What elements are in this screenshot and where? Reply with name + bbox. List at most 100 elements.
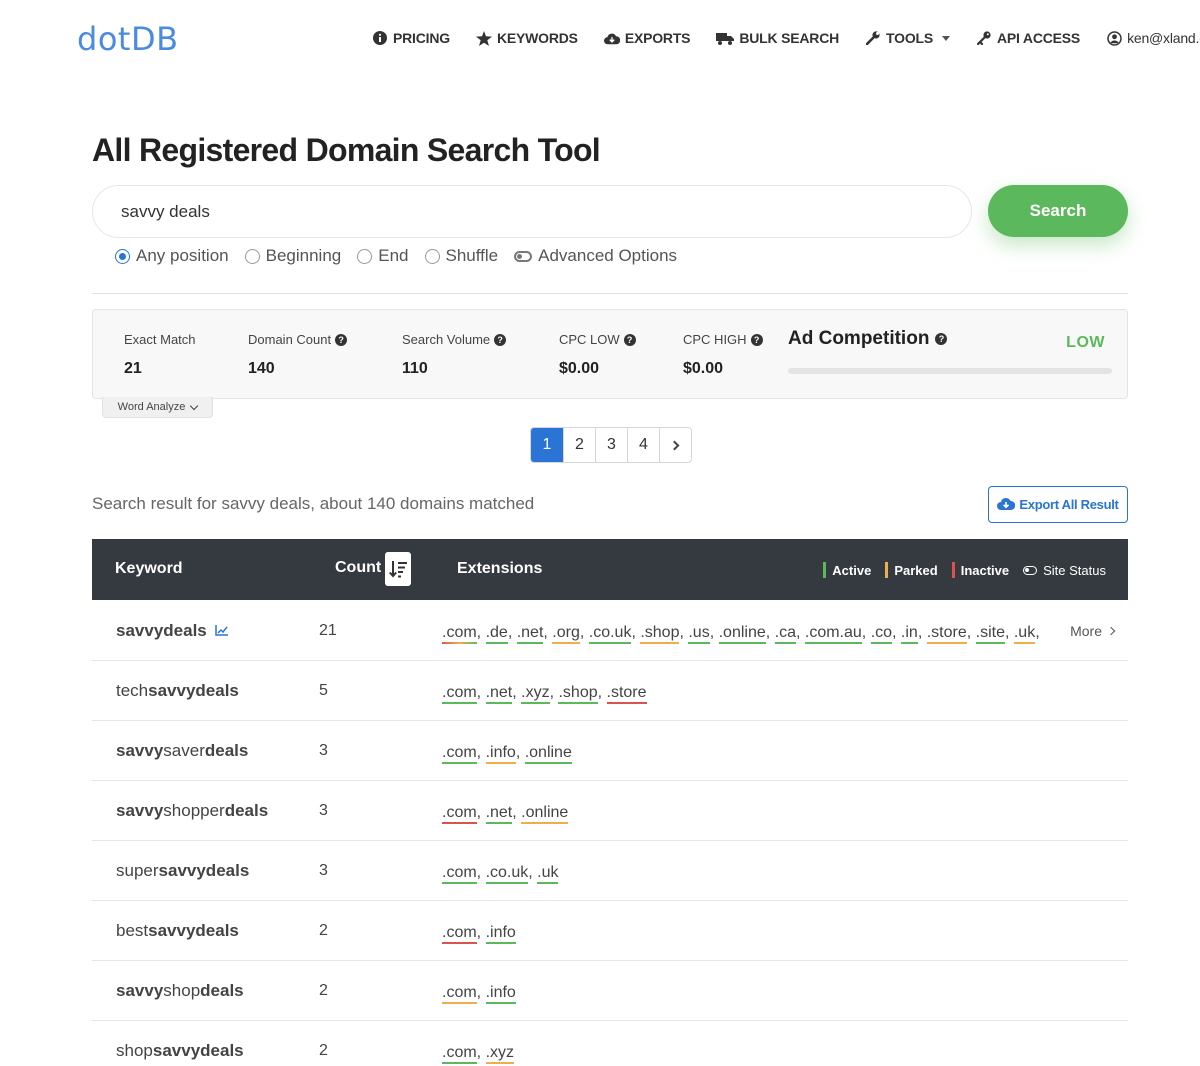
nav-pricing-label: PRICING xyxy=(393,30,450,46)
export-all-button[interactable]: Export All Result xyxy=(988,486,1128,523)
keyword-text: techsavvydeals xyxy=(116,681,239,701)
nav-pricing[interactable]: PRICING xyxy=(372,30,450,46)
keyword-cell[interactable]: savvysaverdeals xyxy=(116,741,248,761)
extension-link[interactable]: .net xyxy=(516,624,544,644)
nav-exports[interactable]: EXPORTS xyxy=(603,30,691,46)
separator: , xyxy=(476,1044,486,1061)
question-circle-icon[interactable]: ? xyxy=(935,333,948,345)
stat-cpc-low: CPC LOW? $0.00 xyxy=(559,332,636,378)
keyword-cell[interactable]: savvyshopperdeals xyxy=(116,801,268,821)
keyword-part: deals xyxy=(224,801,269,820)
more-label: More xyxy=(1070,623,1102,639)
extension-link[interactable]: .com xyxy=(442,744,477,764)
extension-link[interactable]: .us xyxy=(688,624,710,644)
header-count[interactable]: Count xyxy=(335,559,381,577)
extension-link[interactable]: .uk xyxy=(1013,624,1036,644)
option-label: Any position xyxy=(136,246,229,265)
logo[interactable]: dotDB xyxy=(77,20,179,58)
extension-link[interactable]: .co xyxy=(870,624,893,644)
nav-tools-dropdown[interactable]: TOOLS xyxy=(865,30,950,46)
keyword-cell[interactable]: savvydeals xyxy=(116,621,228,641)
legend-swatch xyxy=(951,562,955,578)
extension-link[interactable]: .de xyxy=(485,624,508,644)
site-status-toggle[interactable]: Site Status xyxy=(1023,563,1106,578)
keyword-part: super xyxy=(116,861,159,880)
search-input[interactable] xyxy=(92,185,972,238)
page-2[interactable]: 2 xyxy=(563,428,595,462)
option-end[interactable]: End xyxy=(357,246,409,266)
option-shuffle[interactable]: Shuffle xyxy=(424,246,498,266)
radio[interactable] xyxy=(357,248,373,264)
page-3[interactable]: 3 xyxy=(595,428,627,462)
extension-link[interactable]: .com xyxy=(442,1044,477,1064)
extension-link[interactable]: .in xyxy=(900,624,918,644)
extension-link[interactable]: .com xyxy=(442,804,477,824)
extension-link[interactable]: .com xyxy=(442,864,477,884)
word-analyze-toggle[interactable]: Word Analyze xyxy=(102,397,213,418)
nav-bulk-search[interactable]: BULK SEARCH xyxy=(716,30,839,46)
extension-link[interactable]: .xyz xyxy=(521,684,550,704)
extension-link[interactable]: .net xyxy=(485,804,513,824)
trend-chart-icon[interactable] xyxy=(215,621,228,641)
extension-link[interactable]: .info xyxy=(485,984,516,1004)
question-circle-icon[interactable]: ? xyxy=(750,333,763,346)
option-any-position[interactable]: Any position xyxy=(115,246,229,266)
nav-user-label: ken@xland.com xyxy=(1127,30,1200,46)
extension-link[interactable]: .co.uk xyxy=(588,624,632,644)
count-cell: 2 xyxy=(319,922,328,939)
keyword-cell[interactable]: supersavvydeals xyxy=(116,861,249,881)
extension-link[interactable]: .net xyxy=(485,684,513,704)
table-row: techsavvydeals 5 .com, .net, .xyz, .shop, … xyxy=(92,661,1128,721)
toggle-icon[interactable] xyxy=(1023,565,1038,575)
extension-link[interactable]: .com xyxy=(442,984,477,1004)
toggle-icon[interactable] xyxy=(514,250,533,262)
extension-link[interactable]: .info xyxy=(485,744,516,764)
question-circle-icon[interactable]: ? xyxy=(494,333,507,346)
question-circle-icon[interactable]: ? xyxy=(335,333,348,346)
page-1[interactable]: 1 xyxy=(531,428,563,462)
keyword-part: shop xyxy=(116,1041,153,1060)
extension-link[interactable]: .shop xyxy=(640,624,680,644)
advanced-options-toggle[interactable]: Advanced Options xyxy=(514,246,677,266)
search-button[interactable]: Search xyxy=(988,185,1128,237)
extension-link[interactable]: .online xyxy=(718,624,766,644)
extension-link[interactable]: .com xyxy=(442,924,477,944)
extension-link[interactable]: .store xyxy=(926,624,967,644)
keyword-part: savvydeals xyxy=(152,1041,244,1060)
extension-link[interactable]: .uk xyxy=(537,864,559,884)
extension-link[interactable]: .shop xyxy=(558,684,598,704)
extension-link[interactable]: .store xyxy=(606,684,647,704)
sort-button[interactable] xyxy=(385,552,411,586)
extension-link[interactable]: .com.au xyxy=(804,624,862,644)
sort-amount-down-icon xyxy=(389,561,407,578)
next-page-button[interactable] xyxy=(659,428,691,462)
radio-selected[interactable] xyxy=(115,248,130,264)
extension-link[interactable]: .co.uk xyxy=(485,864,529,884)
nav-api-access[interactable]: API ACCESS xyxy=(976,30,1080,46)
keyword-cell[interactable]: shopsavvydeals xyxy=(116,1041,244,1061)
radio[interactable] xyxy=(244,248,260,264)
extension-link[interactable]: .online xyxy=(521,804,569,824)
header-keyword[interactable]: Keyword xyxy=(115,560,183,578)
extension-link[interactable]: .com xyxy=(442,624,477,644)
keyword-cell[interactable]: savvyshopdeals xyxy=(116,981,244,1001)
top-navbar: dotDB PRICING KEYWORDS EXPORTS BULK SEAR… xyxy=(0,0,1200,80)
extension-link[interactable]: .xyz xyxy=(485,1044,515,1064)
separator: , xyxy=(1004,624,1014,641)
extension-link[interactable]: .info xyxy=(485,924,516,944)
nav-keywords[interactable]: KEYWORDS xyxy=(475,30,578,46)
extension-link[interactable]: .online xyxy=(524,744,572,764)
option-beginning[interactable]: Beginning xyxy=(244,246,341,266)
extension-link[interactable]: .com xyxy=(442,684,477,704)
keyword-part: savvydeals xyxy=(148,681,239,700)
radio[interactable] xyxy=(424,248,440,264)
nav-user-dropdown[interactable]: ken@xland.com xyxy=(1106,30,1200,46)
extension-link[interactable]: .ca xyxy=(774,624,796,644)
keyword-cell[interactable]: bestsavvydeals xyxy=(116,921,239,941)
page-4[interactable]: 4 xyxy=(627,428,659,462)
keyword-cell[interactable]: techsavvydeals xyxy=(116,681,239,701)
more-extensions-button[interactable]: More xyxy=(1070,623,1116,639)
extension-link[interactable]: .site xyxy=(975,624,1005,644)
question-circle-icon[interactable]: ? xyxy=(623,333,636,346)
extension-link[interactable]: .org xyxy=(552,624,580,644)
